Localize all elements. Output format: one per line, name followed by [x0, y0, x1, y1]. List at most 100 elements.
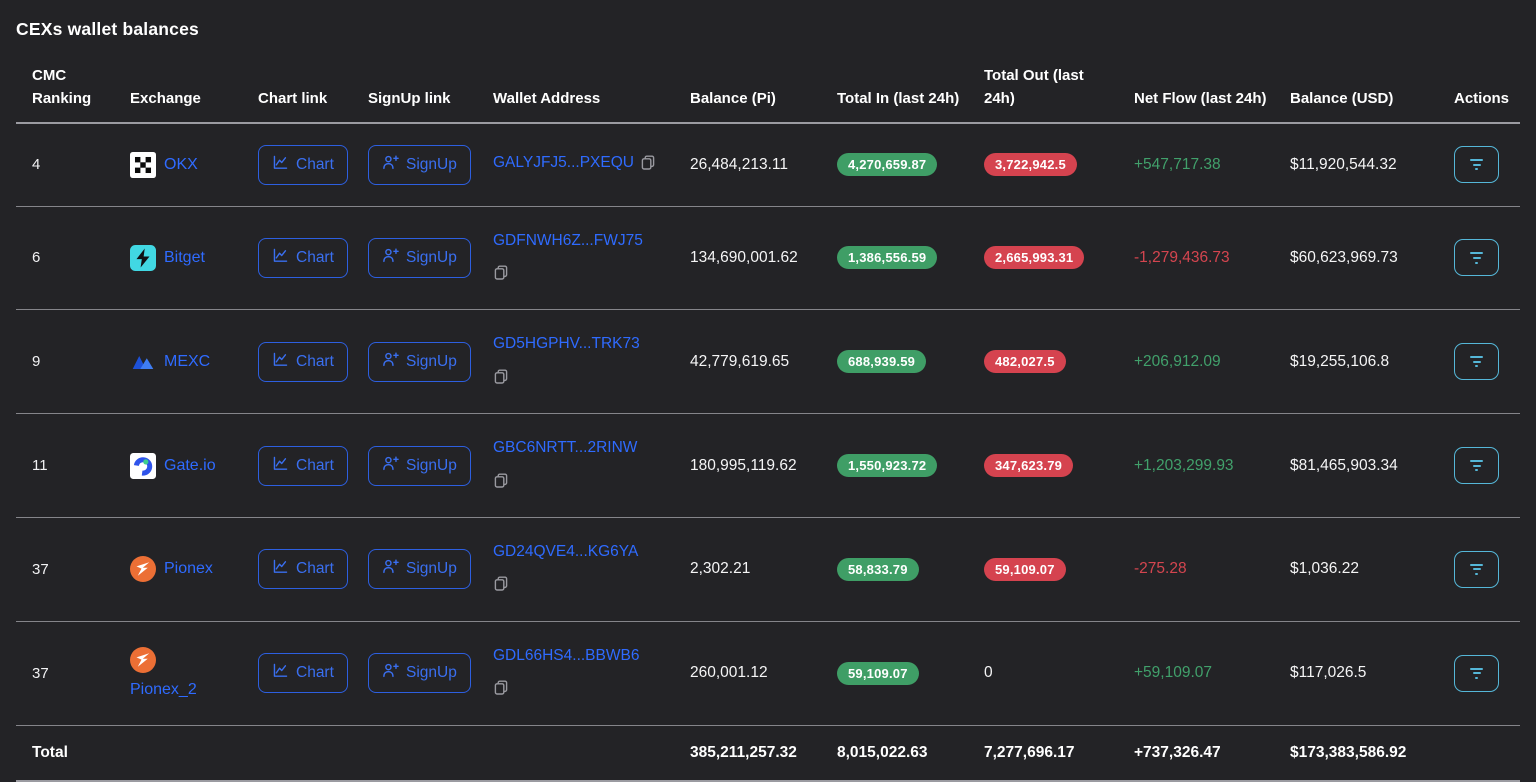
- col-header-exchange: Exchange: [130, 90, 201, 108]
- signup-button[interactable]: SignUp: [368, 237, 471, 278]
- actions-filter-button[interactable]: [1454, 146, 1499, 183]
- user-add-icon: [382, 351, 399, 373]
- line-chart-icon: [272, 247, 289, 269]
- signup-button[interactable]: SignUp: [368, 144, 471, 185]
- balance-usd-value: $60,623,969.73: [1290, 248, 1398, 266]
- mexc-logo-icon: [130, 349, 156, 375]
- copy-address-icon[interactable]: [493, 263, 668, 289]
- wallet-address-cell: GDFNWH6Z...FWJ75: [477, 228, 674, 289]
- exchange-link[interactable]: Bitget: [164, 249, 205, 267]
- cmc-ranking-value: 37: [32, 664, 49, 682]
- table-row: 9 MEXC Chart SignUp GD5HGPHV...TRK73 42,…: [16, 310, 1520, 415]
- balance-usd-value: $1,036.22: [1290, 560, 1359, 578]
- total-out: 7,277,696.17: [984, 743, 1075, 761]
- chart-button[interactable]: Chart: [258, 549, 348, 590]
- filter-icon: [1470, 356, 1483, 359]
- chart-button[interactable]: Chart: [258, 341, 348, 382]
- gateio-logo-icon: [130, 452, 156, 479]
- signup-button[interactable]: SignUp: [368, 341, 471, 382]
- wallet-address-link[interactable]: GD24QVE4...KG6YA: [493, 543, 638, 560]
- actions-filter-button[interactable]: [1454, 447, 1499, 485]
- exchange-cell: Pionex_2: [114, 647, 242, 699]
- cex-balances-table: CMC Ranking Exchange Chart link SignUp l…: [16, 40, 1520, 782]
- exchange-link[interactable]: MEXC: [164, 353, 210, 371]
- filter-icon: [1470, 252, 1483, 255]
- net-flow-value: +59,109.07: [1134, 664, 1213, 682]
- exchange-link[interactable]: Pionex: [164, 560, 213, 578]
- balance-pi-value: 26,484,213.11: [690, 155, 788, 173]
- chart-button[interactable]: Chart: [258, 237, 348, 278]
- copy-address-icon[interactable]: [493, 367, 668, 393]
- balance-pi-value: 134,690,001.62: [690, 248, 798, 266]
- table-header-row: CMC Ranking Exchange Chart link SignUp l…: [16, 40, 1520, 124]
- total-out-badge: 482,027.5: [984, 350, 1066, 374]
- actions-filter-button[interactable]: [1454, 654, 1499, 692]
- signup-button[interactable]: SignUp: [368, 549, 471, 590]
- exchange-cell: Gate.io: [114, 452, 242, 479]
- net-flow-value: +1,203,299.93: [1134, 456, 1234, 474]
- balance-pi-value: 2,302.21: [690, 560, 751, 578]
- chart-button[interactable]: Chart: [258, 144, 348, 185]
- wallet-address-cell: GALYJFJ5...PXEQU: [477, 150, 674, 179]
- page-title: CEXs wallet balances: [16, 19, 199, 39]
- copy-address-icon[interactable]: [493, 574, 668, 600]
- line-chart-icon: [272, 662, 289, 684]
- actions-filter-button[interactable]: [1454, 239, 1499, 277]
- table-row: 11 Gate.io Chart SignUp GBC6NRTT...2RINW…: [16, 414, 1520, 519]
- actions-filter-button[interactable]: [1454, 550, 1499, 588]
- balance-usd-value: $11,920,544.32: [1290, 155, 1397, 173]
- signup-button[interactable]: SignUp: [368, 653, 471, 694]
- chart-button[interactable]: Chart: [258, 653, 348, 694]
- cmc-ranking-value: 11: [32, 457, 48, 475]
- wallet-address-cell: GD24QVE4...KG6YA: [477, 539, 674, 600]
- filter-icon: [1470, 563, 1483, 566]
- exchange-cell: Bitget: [114, 244, 242, 271]
- line-chart-icon: [272, 351, 289, 373]
- cmc-ranking-value: 37: [32, 560, 49, 578]
- wallet-address-link[interactable]: GDL66HS4...BBWB6: [493, 647, 639, 664]
- col-header-total-in: Total In (last 24h): [837, 90, 960, 108]
- user-add-icon: [382, 154, 399, 176]
- exchange-link[interactable]: Pionex_2: [130, 681, 236, 699]
- exchange-cell: MEXC: [114, 349, 242, 375]
- col-header-signup-link: SignUp link: [368, 90, 451, 108]
- wallet-address-link[interactable]: GALYJFJ5...PXEQU: [493, 154, 634, 171]
- copy-address-icon[interactable]: [640, 153, 656, 179]
- exchange-cell: Pionex: [114, 556, 242, 583]
- exchange-link[interactable]: Gate.io: [164, 457, 216, 475]
- table-row: 4 OKX Chart SignUp GALYJFJ5...PXEQU 26,4…: [16, 124, 1520, 207]
- exchange-link[interactable]: OKX: [164, 156, 198, 174]
- wallet-address-link[interactable]: GD5HGPHV...TRK73: [493, 335, 640, 352]
- signup-button[interactable]: SignUp: [368, 445, 471, 486]
- net-flow-value: +206,912.09: [1134, 352, 1221, 370]
- table-row: 37 Pionex_2 Chart SignUp GDL66HS4...BBWB…: [16, 622, 1520, 726]
- user-add-icon: [382, 662, 399, 684]
- wallet-address-link[interactable]: GBC6NRTT...2RINW: [493, 439, 637, 456]
- table-row: 6 Bitget Chart SignUp GDFNWH6Z...FWJ75 1…: [16, 207, 1520, 311]
- copy-address-icon[interactable]: [493, 678, 668, 704]
- total-out-badge: 3,722,942.5: [984, 153, 1077, 176]
- balance-pi-value: 42,779,619.65: [690, 352, 790, 370]
- col-header-actions: Actions: [1454, 90, 1510, 108]
- wallet-address-link[interactable]: GDFNWH6Z...FWJ75: [493, 232, 643, 249]
- total-net-flow: +737,326.47: [1134, 743, 1221, 761]
- cmc-ranking-value: 6: [32, 249, 41, 267]
- table-row: 37 Pionex Chart SignUp GD24QVE4...KG6YA …: [16, 518, 1520, 622]
- net-flow-value: -1,279,436.73: [1134, 248, 1230, 266]
- col-header-net-flow: Net Flow (last 24h): [1134, 90, 1267, 108]
- balance-usd-value: $117,026.5: [1290, 664, 1367, 682]
- total-in: 8,015,022.63: [837, 743, 928, 761]
- copy-address-icon[interactable]: [493, 471, 668, 497]
- balance-pi-value: 180,995,119.62: [690, 456, 797, 474]
- exchange-cell: OKX: [114, 151, 242, 178]
- total-out-badge: 347,623.79: [984, 454, 1074, 478]
- line-chart-icon: [272, 455, 289, 477]
- cmc-ranking-value: 9: [32, 353, 41, 371]
- actions-filter-button[interactable]: [1454, 343, 1499, 381]
- wallet-address-cell: GDL66HS4...BBWB6: [477, 643, 674, 704]
- filter-icon: [1470, 158, 1483, 161]
- total-out-badge: 2,665,993.31: [984, 246, 1085, 270]
- chart-button[interactable]: Chart: [258, 445, 348, 486]
- pionex-logo-icon: [130, 647, 156, 674]
- total-label: Total: [32, 743, 68, 761]
